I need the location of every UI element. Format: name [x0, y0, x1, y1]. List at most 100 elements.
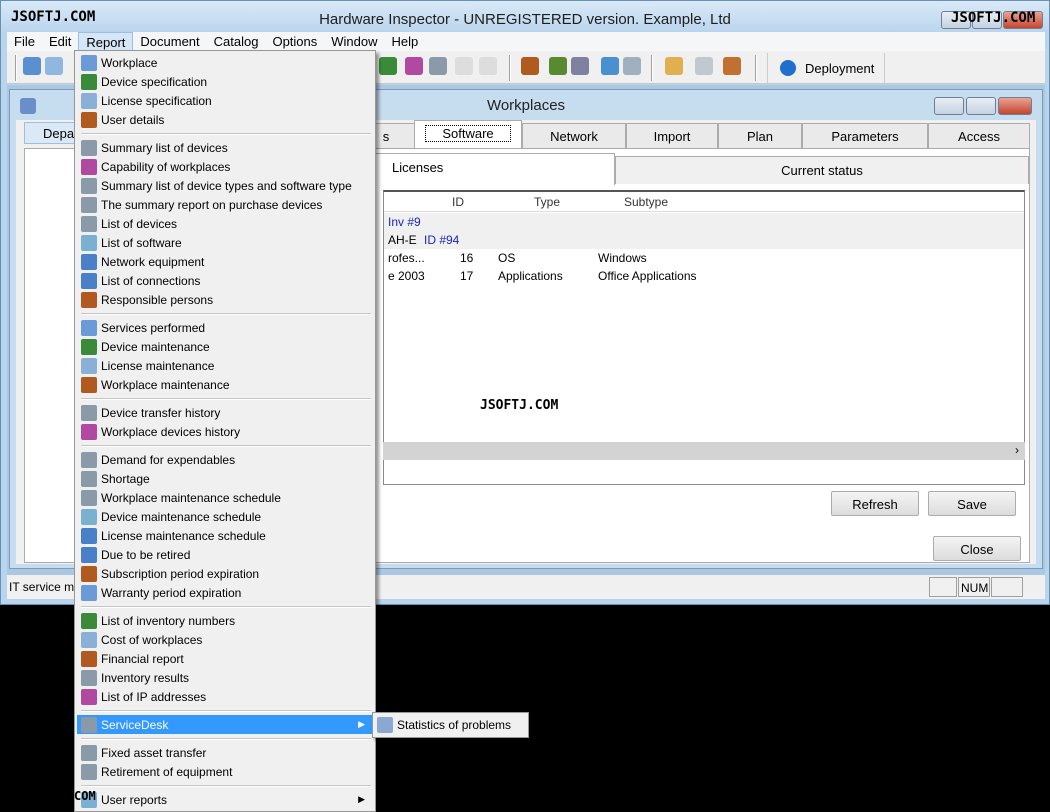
menu-item-workplace-maintenance[interactable]: Workplace maintenance [77, 375, 373, 394]
menu-item-cost-of-workplaces[interactable]: Cost of workplaces [77, 630, 373, 649]
devices-list-icon[interactable] [429, 57, 447, 75]
menu-report[interactable]: Report [78, 32, 134, 51]
report-icon [81, 234, 97, 251]
column-id[interactable]: ID [452, 195, 464, 209]
menu-item-the-summary-report-on-purchase-devices[interactable]: The summary report on purchase devices [77, 195, 373, 214]
menu-item-label: Due to be retired [101, 547, 191, 562]
menu-item-workplace[interactable]: Workplace [77, 53, 373, 72]
inventory-numbers-icon[interactable] [455, 57, 473, 75]
menu-item-device-maintenance-schedule[interactable]: Device maintenance schedule [77, 507, 373, 526]
menu-item-services-performed[interactable]: Services performed [77, 318, 373, 337]
tab-import[interactable]: Import [626, 123, 718, 148]
chart-icon[interactable] [405, 57, 423, 75]
menu-item-license-maintenance-schedule[interactable]: License maintenance schedule [77, 526, 373, 545]
menu-catalog[interactable]: Catalog [207, 32, 266, 51]
subtab-licenses[interactable]: Licenses [375, 153, 615, 185]
menu-item-label: List of connections [101, 273, 201, 288]
persons-icon[interactable] [549, 57, 567, 75]
menu-item-license-maintenance[interactable]: License maintenance [77, 356, 373, 375]
menu-item-label: User details [101, 112, 165, 127]
deployment-button[interactable]: Deployment [767, 53, 885, 83]
menu-item-user-reports[interactable]: User reports ▶ [77, 790, 373, 809]
menu-item-list-of-devices[interactable]: List of devices [77, 214, 373, 233]
menu-item-label: Shortage [101, 471, 150, 486]
child-minimize-button[interactable] [934, 97, 964, 115]
menu-item-label: Services performed [101, 320, 206, 335]
menu-options[interactable]: Options [265, 32, 324, 51]
preview-icon[interactable] [45, 57, 63, 75]
menu-item-list-of-connections[interactable]: List of connections [77, 271, 373, 290]
save-button[interactable]: Save [928, 491, 1016, 516]
menu-item-retirement-of-equipment[interactable]: Retirement of equipment [77, 762, 373, 781]
menu-item-fixed-asset-transfer[interactable]: Fixed asset transfer [77, 743, 373, 762]
menu-item-subscription-period-expiration[interactable]: Subscription period expiration [77, 564, 373, 583]
network-icon[interactable] [601, 57, 619, 75]
menu-item-servicedesk[interactable]: ServiceDesk ▶ [77, 715, 373, 734]
menu-item-list-of-software[interactable]: List of software [77, 233, 373, 252]
tab-software[interactable]: Software [414, 120, 522, 149]
tools-icon[interactable] [723, 57, 741, 75]
menu-item-shortage[interactable]: Shortage [77, 469, 373, 488]
tab-parameters[interactable]: Parameters [802, 123, 928, 148]
menu-item-warranty-period-expiration[interactable]: Warranty period expiration [77, 583, 373, 602]
menu-file[interactable]: File [7, 32, 42, 51]
column-subtype[interactable]: Subtype [624, 195, 668, 209]
user-icon[interactable] [521, 57, 539, 75]
menu-help[interactable]: Help [385, 32, 426, 51]
menu-item-capability-of-workplaces[interactable]: Capability of workplaces [77, 157, 373, 176]
menu-item-device-specification[interactable]: Device specification [77, 72, 373, 91]
globe-icon [780, 60, 796, 76]
table-row[interactable]: Inv #9 [384, 213, 1024, 231]
report-icon [81, 489, 97, 506]
servicedesk-submenu: Statistics of problems [372, 712, 529, 738]
menu-edit[interactable]: Edit [42, 32, 78, 51]
menu-item-financial-report[interactable]: Financial report [77, 649, 373, 668]
menu-item-demand-for-expendables[interactable]: Demand for expendables [77, 450, 373, 469]
scroll-right-icon[interactable]: › [1015, 443, 1019, 457]
tab-access[interactable]: Access [928, 123, 1030, 148]
ip-icon[interactable] [479, 57, 497, 75]
menu-window[interactable]: Window [324, 32, 384, 51]
tab-network[interactable]: Network [522, 123, 626, 148]
child-restore-button[interactable] [966, 97, 996, 115]
menu-item-label: Summary list of device types and softwar… [101, 178, 352, 193]
menu-item-license-specification[interactable]: License specification [77, 91, 373, 110]
document-icon[interactable] [665, 57, 683, 75]
services-icon[interactable] [571, 57, 589, 75]
table-row[interactable]: rofes... 16 OS Windows [384, 249, 1024, 267]
device-icon[interactable] [379, 57, 397, 75]
tab-software-label: Software [425, 125, 511, 142]
menu-item-responsible-persons[interactable]: Responsible persons [77, 290, 373, 309]
report-icon [81, 451, 97, 468]
tab-plan[interactable]: Plan [718, 123, 802, 148]
menu-item-device-maintenance[interactable]: Device maintenance [77, 337, 373, 356]
workplace-icon[interactable] [23, 57, 41, 75]
table-row[interactable]: AH-E ID #94 [384, 231, 1024, 249]
column-type[interactable]: Type [534, 195, 560, 209]
menu-item-label: License maintenance [101, 358, 215, 373]
menu-item-label: User reports [101, 792, 168, 807]
subtab-current-status[interactable]: Current status [615, 156, 1029, 184]
menu-item-due-to-be-retired[interactable]: Due to be retired [77, 545, 373, 564]
menu-item-list-of-ip-addresses[interactable]: List of IP addresses [77, 687, 373, 706]
child-close-button[interactable] [998, 97, 1032, 115]
menu-item-inventory-results[interactable]: Inventory results [77, 668, 373, 687]
menu-item-user-details[interactable]: User details [77, 110, 373, 129]
refresh-button[interactable]: Refresh [831, 491, 919, 516]
menu-item-workplace-maintenance-schedule[interactable]: Workplace maintenance schedule [77, 488, 373, 507]
status-pane [929, 577, 957, 597]
menu-item-statistics-of-problems[interactable]: Statistics of problems [397, 718, 511, 732]
maintenance-icon[interactable] [623, 57, 641, 75]
menu-item-summary-list-of-devices[interactable]: Summary list of devices [77, 138, 373, 157]
close-button[interactable]: Close [933, 536, 1021, 561]
menu-document[interactable]: Document [133, 32, 206, 51]
menu-item-device-transfer-history[interactable]: Device transfer history [77, 403, 373, 422]
menu-item-summary-list-of-device-types-and-software-type[interactable]: Summary list of device types and softwar… [77, 176, 373, 195]
menu-item-workplace-devices-history[interactable]: Workplace devices history [77, 422, 373, 441]
table-row[interactable]: e 2003 17 Applications Office Applications [384, 267, 1024, 285]
report-icon[interactable] [695, 57, 713, 75]
menu-item-network-equipment[interactable]: Network equipment [77, 252, 373, 271]
menu-item-label: Demand for expendables [101, 452, 236, 467]
menu-item-list-of-inventory-numbers[interactable]: List of inventory numbers [77, 611, 373, 630]
horizontal-scrollbar[interactable]: › [383, 442, 1025, 460]
